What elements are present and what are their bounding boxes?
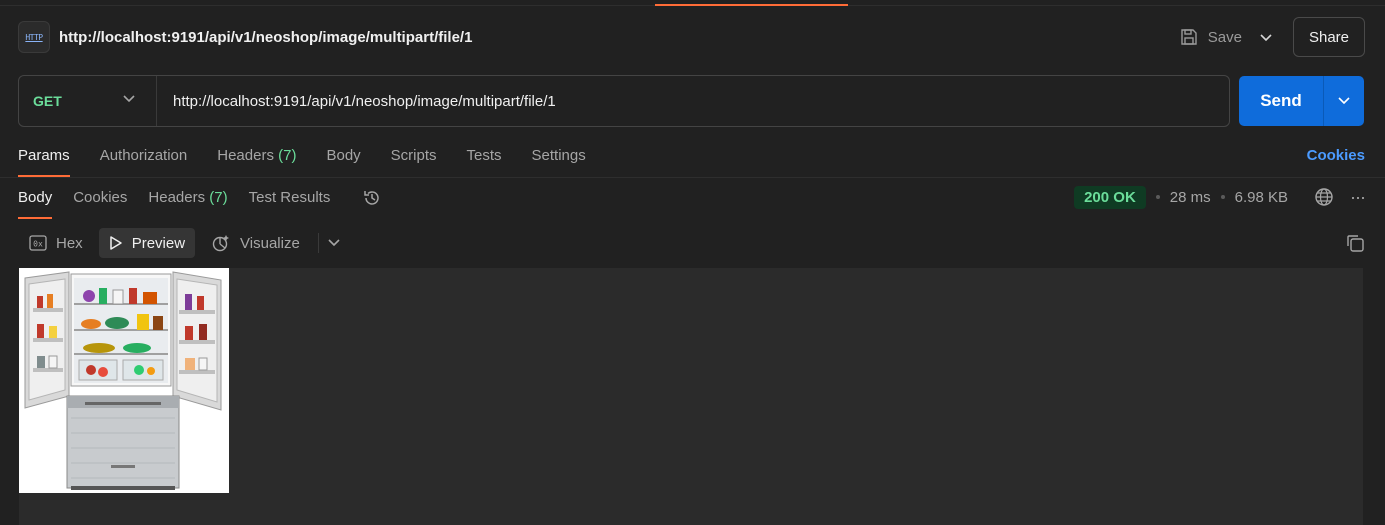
separator-dot: [1220, 195, 1225, 199]
status-badge[interactable]: 200 OK: [1074, 185, 1146, 209]
response-headers-count: (7): [209, 189, 228, 206]
response-tab-cookies[interactable]: Cookies: [73, 182, 127, 219]
response-tab-headers[interactable]: Headers (7): [148, 182, 227, 219]
more-options-icon[interactable]: ···: [1350, 187, 1366, 208]
globe-icon[interactable]: [1314, 187, 1334, 207]
response-tab-test-results[interactable]: Test Results: [249, 182, 331, 219]
save-icon: [1181, 29, 1197, 45]
tab-params[interactable]: Params: [18, 140, 70, 177]
tab-tests[interactable]: Tests: [467, 140, 502, 177]
request-tabs: Params Authorization Headers (7) Body Sc…: [18, 140, 1365, 177]
send-button[interactable]: Send: [1239, 76, 1324, 126]
cookies-link[interactable]: Cookies: [1307, 140, 1365, 164]
share-button[interactable]: Share: [1293, 17, 1365, 57]
separator-dot: [1298, 195, 1304, 199]
tab-scripts[interactable]: Scripts: [391, 140, 437, 177]
http-icon: HTTP: [18, 21, 50, 53]
request-title[interactable]: http://localhost:9191/api/v1/neoshop/ima…: [59, 29, 472, 46]
method-select[interactable]: GET: [19, 76, 157, 126]
history-icon[interactable]: [362, 182, 382, 211]
tab-settings[interactable]: Settings: [532, 140, 586, 177]
svg-text:0x: 0x: [33, 240, 43, 249]
tab-headers[interactable]: Headers (7): [217, 140, 296, 177]
separator-dot: [1155, 195, 1160, 199]
response-tabs: Body Cookies Headers (7) Test Results 20…: [18, 182, 1366, 219]
request-header: HTTP http://localhost:9191/api/v1/neosho…: [18, 17, 1365, 57]
active-tab-indicator: [655, 4, 848, 6]
copy-icon[interactable]: [1345, 233, 1365, 253]
section-divider: [0, 177, 1385, 178]
save-options-chevron-icon[interactable]: [1256, 27, 1276, 47]
method-label: GET: [33, 93, 62, 109]
header-actions: Save Share: [1180, 17, 1365, 57]
hex-view-button[interactable]: 0x Hex: [19, 228, 93, 258]
play-icon: [109, 236, 122, 250]
url-input[interactable]: [173, 92, 1173, 110]
tab-body[interactable]: Body: [326, 140, 360, 177]
url-bar: GET: [18, 75, 1230, 127]
response-size[interactable]: 6.98 KB: [1235, 189, 1288, 206]
top-bar: [0, 0, 1385, 6]
visualize-view-button[interactable]: Visualize: [201, 228, 310, 258]
send-button-group: Send: [1239, 76, 1364, 126]
send-options-chevron-icon[interactable]: [1324, 76, 1364, 126]
hex-icon: 0x: [29, 235, 47, 251]
visualize-icon: [212, 235, 230, 252]
chevron-down-icon: [123, 95, 135, 103]
divider: [317, 233, 319, 253]
save-label: Save: [1207, 28, 1242, 46]
response-time[interactable]: 28 ms: [1170, 189, 1211, 206]
view-mode-bar: 0x Hex Preview Visualize: [19, 228, 1365, 258]
response-meta: 200 OK 28 ms 6.98 KB ···: [1074, 182, 1366, 212]
response-tab-body[interactable]: Body: [18, 182, 53, 219]
refrigerator-image: [19, 268, 229, 493]
response-preview-area: [19, 268, 1363, 525]
tab-authorization[interactable]: Authorization: [100, 140, 188, 177]
chevron-down-icon[interactable]: [327, 238, 341, 248]
save-button[interactable]: Save: [1180, 28, 1242, 46]
headers-count: (7): [278, 147, 297, 164]
preview-view-button[interactable]: Preview: [98, 228, 196, 258]
